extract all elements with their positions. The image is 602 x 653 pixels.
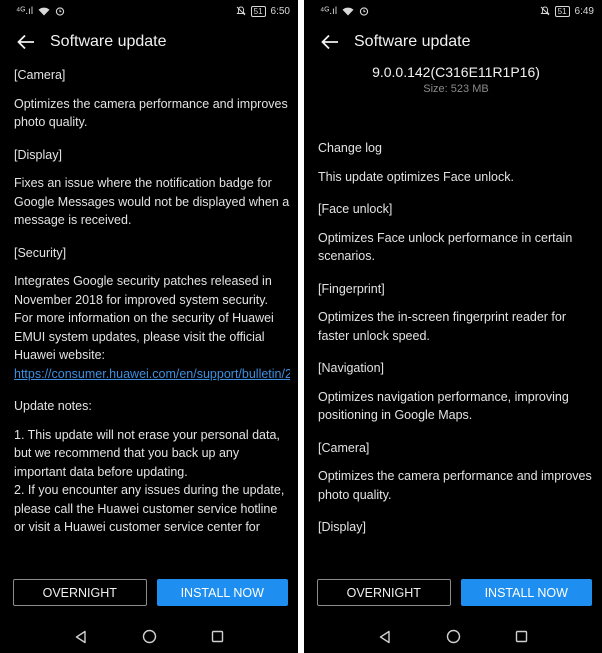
system-nav-bar [304, 620, 602, 653]
wifi-icon [38, 7, 50, 15]
alarm-icon [359, 7, 369, 16]
section-body-fingerprint: Optimizes the in-screen fingerprint read… [318, 310, 567, 343]
signal-icon: ⁴ᴳ.ıl [16, 5, 34, 17]
nav-recents-square-icon [515, 630, 527, 643]
changelog-scroll[interactable]: 9.0.0.142(C316E11R1P16) Size: 523 MB Cha… [318, 62, 594, 563]
nav-recents-button[interactable] [206, 626, 228, 648]
section-heading-camera: [Camera] [14, 68, 66, 82]
section-body-navigation: Optimizes navigation performance, improv… [318, 389, 569, 423]
nav-home-circle-icon [446, 629, 460, 644]
changelog-summary: This update optimizes Face unlock. [318, 169, 514, 184]
nav-back-triangle-icon [75, 630, 86, 643]
nav-home-circle-icon [142, 629, 156, 644]
changelog-heading: Change log [318, 141, 382, 155]
back-arrow-icon [321, 34, 338, 50]
update-notes-heading: Update notes: [14, 399, 92, 413]
nav-recents-square-icon [211, 630, 223, 643]
nav-home-button[interactable] [442, 626, 464, 648]
section-body-display: Fixes an issue where the notification ba… [14, 176, 290, 227]
back-button[interactable] [316, 28, 344, 56]
phone-screen-right: ⁴ᴳ.ıl 51 6:49 Software update 9.0.0.142(… [304, 0, 602, 653]
status-bar: ⁴ᴳ.ıl 51 6:49 [304, 0, 602, 22]
status-icons-left: ⁴ᴳ.ıl [16, 6, 65, 17]
section-heading-fingerprint: [Fingerprint] [318, 281, 385, 296]
nav-back-triangle-icon [379, 630, 390, 643]
overnight-button[interactable]: OVERNIGHT [13, 579, 147, 606]
status-bar: ⁴ᴳ.ıl 51 6:50 [0, 0, 298, 22]
section-body-security: Integrates Google security patches relea… [14, 272, 290, 383]
battery-indicator: 51 [554, 5, 570, 17]
section-body-camera: Optimizes the camera performance and imp… [14, 96, 288, 130]
section-body-camera: Optimizes the camera performance and imp… [318, 469, 592, 502]
action-buttons: OVERNIGHT INSTALL NOW [317, 579, 592, 606]
section-heading-camera: [Camera] [318, 440, 370, 455]
status-icons-right: 51 6:50 [236, 5, 290, 17]
section-heading-display: [Display] [14, 147, 62, 162]
app-bar: Software update [0, 22, 298, 62]
install-now-button[interactable]: INSTALL NOW [460, 579, 592, 606]
overnight-button[interactable]: OVERNIGHT [317, 579, 451, 606]
version-number: 9.0.0.142(C316E11R1P16) [372, 64, 540, 80]
action-buttons: OVERNIGHT INSTALL NOW [13, 579, 288, 606]
wifi-icon [342, 7, 354, 15]
back-arrow-icon [17, 34, 34, 50]
update-note-1: 1. This update will not erase your perso… [14, 427, 280, 479]
mute-icon [236, 6, 246, 16]
status-icons-left: ⁴ᴳ.ıl [320, 6, 369, 17]
section-heading-face-unlock: [Face unlock] [318, 202, 393, 216]
nav-home-button[interactable] [138, 626, 160, 648]
battery-indicator: 51 [250, 5, 266, 17]
mute-icon [540, 6, 550, 16]
update-size: Size: 523 MB [423, 83, 489, 95]
nav-recents-button[interactable] [510, 626, 532, 648]
alarm-icon [55, 7, 65, 16]
phone-screen-left: ⁴ᴳ.ıl 51 6:50 Software update [Camera] O… [0, 0, 298, 653]
page-title: Software update [50, 33, 167, 50]
app-bar: Software update [304, 22, 602, 62]
section-heading-navigation: [Navigation] [318, 361, 385, 375]
system-nav-bar [0, 620, 298, 653]
security-text: Integrates Google security patches relea… [14, 274, 274, 362]
section-heading-display: [Display] [318, 520, 366, 534]
section-heading-security: [Security] [14, 245, 67, 260]
screenshot-pair: ⁴ᴳ.ıl 51 6:50 Software update [Camera] O… [0, 0, 602, 653]
install-now-button[interactable]: INSTALL NOW [156, 579, 288, 606]
nav-back-button[interactable] [374, 626, 396, 648]
page-title: Software update [354, 33, 471, 50]
nav-back-button[interactable] [70, 626, 92, 648]
status-icons-right: 51 6:49 [540, 5, 594, 17]
status-time: 6:49 [574, 5, 594, 17]
back-button[interactable] [12, 28, 40, 56]
section-body-face-unlock: Optimizes Face unlock performance in cer… [318, 230, 573, 264]
security-bulletin-link[interactable]: https://consumer.huawei.com/en/support/b… [14, 367, 290, 381]
signal-icon: ⁴ᴳ.ıl [320, 5, 338, 17]
release-notes-scroll[interactable]: [Camera] Optimizes the camera performanc… [14, 62, 290, 563]
update-note-2: 2. If you encounter any issues during th… [14, 483, 285, 534]
status-time: 6:50 [270, 5, 290, 17]
